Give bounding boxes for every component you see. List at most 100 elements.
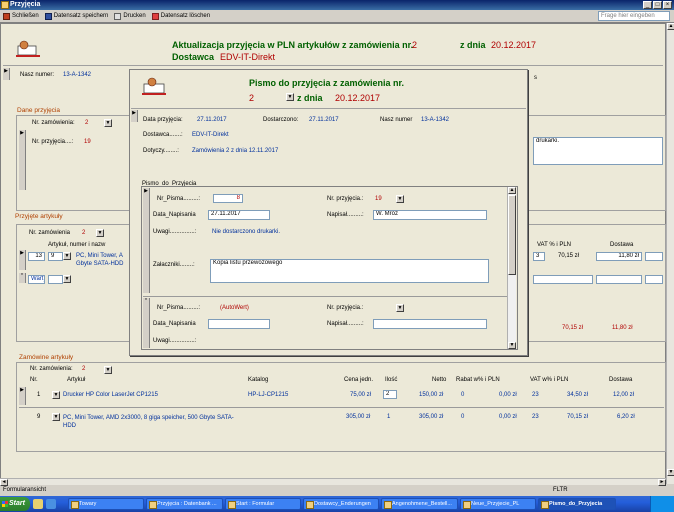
rec1-nr-przyjecia-dropdown[interactable]: ▼ xyxy=(396,195,404,203)
pa-row-extra-field[interactable] xyxy=(645,252,663,261)
zam-col-nr: Nr. xyxy=(30,377,38,383)
pa-new-vat[interactable] xyxy=(533,275,593,284)
rec2-nr-przyjecia-dropdown[interactable]: ▼ xyxy=(396,304,404,312)
quicklaunch-ie-icon[interactable] xyxy=(46,499,56,509)
popup-order-dropdown[interactable]: ▼ xyxy=(286,93,294,101)
save-record-button[interactable]: Datensatz speichern xyxy=(44,12,108,20)
rec1-nr-przyjecia-label: Nr. przyjęcia.: xyxy=(327,196,364,202)
pa-new-pos[interactable] xyxy=(48,275,63,284)
close-window-button[interactable]: × xyxy=(663,1,672,9)
section-zamowione: Zamówine artykuły xyxy=(19,354,74,361)
main-vertical-scrollbar[interactable]: ▲ ▼ xyxy=(666,23,674,484)
pa-new-extra[interactable] xyxy=(645,275,663,284)
rec1-data[interactable]: 27.11.2017 xyxy=(208,210,270,220)
pa-nr-zam-label: Nr. zamówienia xyxy=(29,230,71,236)
pa-new-row-selector[interactable]: * xyxy=(19,273,26,283)
table-row[interactable]: ▶ 1 ▼ Drucker HP Color LaserJet CP1215 H… xyxy=(19,387,664,407)
row-vat: 70,15 zł xyxy=(567,414,589,420)
pa-row-text: PC, Mini Tower, A Gbyte SATA-HDD xyxy=(76,253,124,267)
popup-divider xyxy=(131,108,526,109)
row-vat-pct: 23 xyxy=(532,392,539,398)
header-supplier-label: Dostawca xyxy=(172,52,215,62)
row-ilosc[interactable]: 2 xyxy=(383,390,397,399)
task-angenohmene[interactable]: Angenohmene_Bestell... xyxy=(381,498,458,510)
zam-nr-dropdown[interactable]: ▼ xyxy=(104,366,112,374)
uwagi-field-partial[interactable]: drukarki. xyxy=(533,137,663,165)
delete-record-button[interactable]: Datensatz löschen xyxy=(151,12,210,20)
rec1-nr-pisma[interactable]: 8 xyxy=(213,194,243,203)
main-horizontal-scrollbar[interactable]: ◄ ► xyxy=(0,478,666,486)
app-icon xyxy=(1,1,9,9)
pa-new-dropdown[interactable]: ▼ xyxy=(63,275,71,283)
rec1-napisal-label: Napisał.........: xyxy=(327,212,364,218)
maximize-button[interactable]: □ xyxy=(653,1,662,9)
quicklaunch-desktop-icon[interactable] xyxy=(33,499,43,509)
subform-scroll-down[interactable]: ▼ xyxy=(508,342,516,349)
rec2-data-label: Data_Napisania xyxy=(153,321,196,327)
pa-sum-vat: 70,15 zł xyxy=(562,325,584,331)
row-dropdown[interactable]: ▼ xyxy=(52,391,60,399)
minimize-button[interactable]: _ xyxy=(643,1,652,9)
nasz-numer-label: Nasz numer: xyxy=(20,72,55,78)
row-ilosc: 1 xyxy=(387,414,391,420)
rec1-napisal[interactable]: W. Mróz xyxy=(373,210,487,220)
subform-new-record-selector[interactable]: * xyxy=(143,298,150,348)
scroll-down-button[interactable]: ▼ xyxy=(667,469,674,476)
task-dostawcy[interactable]: Dostawcy_Enderungen xyxy=(303,498,379,510)
scroll-left-button[interactable]: ◄ xyxy=(0,479,8,486)
scroll-up-button[interactable]: ▲ xyxy=(667,23,674,30)
table-row[interactable]: 9 ▼ PC, Mini Tower, AMD 2x3000, 8 giga s… xyxy=(19,409,664,431)
task-neue-przyjecie[interactable]: Neue_Przyjecie_PL xyxy=(460,498,536,510)
zam-nr-label: Nr. zamówienia: xyxy=(30,366,73,372)
help-search-input[interactable]: Frage hier eingeben xyxy=(598,11,670,21)
scroll-right-button[interactable]: ► xyxy=(658,479,666,486)
label-partial: s xyxy=(534,75,537,81)
subrecord-selector[interactable]: ▶ xyxy=(19,130,26,190)
row-selector[interactable]: ▶ xyxy=(19,387,26,405)
pa-new-dostawa[interactable] xyxy=(596,275,642,284)
row-rabat-pct: 0 xyxy=(461,414,465,420)
window-title: Przyjęcia xyxy=(10,1,41,8)
subform-record-selector[interactable]: ▶ xyxy=(143,188,150,293)
record-selector[interactable]: ▶ xyxy=(3,68,10,80)
pa-row-qty[interactable]: 13 xyxy=(28,252,45,261)
row-dropdown[interactable]: ▼ xyxy=(52,413,60,421)
task-pismo-do-przyjecia[interactable]: Pismo_do_Przyjecia xyxy=(538,498,616,510)
row-netto: 150,00 zł xyxy=(419,392,444,398)
popup-record-selector[interactable]: ▶ xyxy=(131,110,138,122)
row-vat-pct: 23 xyxy=(532,414,539,420)
windows-logo-icon xyxy=(2,501,8,507)
pa-row-pos-dropdown[interactable]: ▼ xyxy=(63,252,71,260)
window-titlebar: Przyjęcia xyxy=(0,0,674,10)
rec2-data[interactable] xyxy=(208,319,270,329)
nr-zamowienia-label: Nr. zamówienia: xyxy=(32,120,75,126)
pa-nr-zam-dropdown[interactable]: ▼ xyxy=(96,229,104,237)
nr-zamowienia-dropdown[interactable]: ▼ xyxy=(104,119,112,127)
save-icon xyxy=(44,12,52,20)
nr-przyjecia-value: 19 xyxy=(84,139,91,145)
close-form-button[interactable]: Schließen xyxy=(3,12,39,20)
print-button[interactable]: Drucken xyxy=(114,12,146,20)
pa-row-pos[interactable]: 9 xyxy=(48,252,63,261)
rec2-nr-pisma-label: Nr_Pisma.........: xyxy=(157,305,201,311)
pa-row-vat-rate[interactable]: 3 xyxy=(533,252,545,261)
status-filter: FLTR xyxy=(553,487,568,493)
popup-data-przyjecia: 27.11.2017 xyxy=(197,117,227,123)
pa-row-vat: 70,15 zł xyxy=(558,253,580,259)
delete-icon xyxy=(151,12,159,20)
pa-row-selector[interactable]: ▶ xyxy=(19,250,26,270)
pa-new-field[interactable]: Wart) xyxy=(28,275,45,284)
task-przyjecia-db[interactable]: Przyjęcia : Datenbank ... xyxy=(146,498,223,510)
rec2-napisal[interactable] xyxy=(373,319,487,329)
rec1-zalaczniki[interactable]: Kopia listu przewozowego xyxy=(210,259,489,283)
pa-row-dostawa[interactable]: 11,80 zł xyxy=(596,252,642,261)
task-start-formular[interactable]: Start : Formular xyxy=(225,498,301,510)
subform-scroll-thumb[interactable] xyxy=(508,195,516,275)
system-tray xyxy=(650,496,674,512)
subform-vertical-scrollbar[interactable]: ▲ ▼ xyxy=(507,187,516,349)
popup-data-przyjecia-label: Data przyjęcia: xyxy=(143,117,183,123)
start-button[interactable]: Start xyxy=(0,497,30,511)
task-towary[interactable]: Towary xyxy=(68,498,144,510)
subform-scroll-up[interactable]: ▲ xyxy=(508,187,516,194)
rec2-uwagi-label: Uwagi...............: xyxy=(153,338,197,344)
